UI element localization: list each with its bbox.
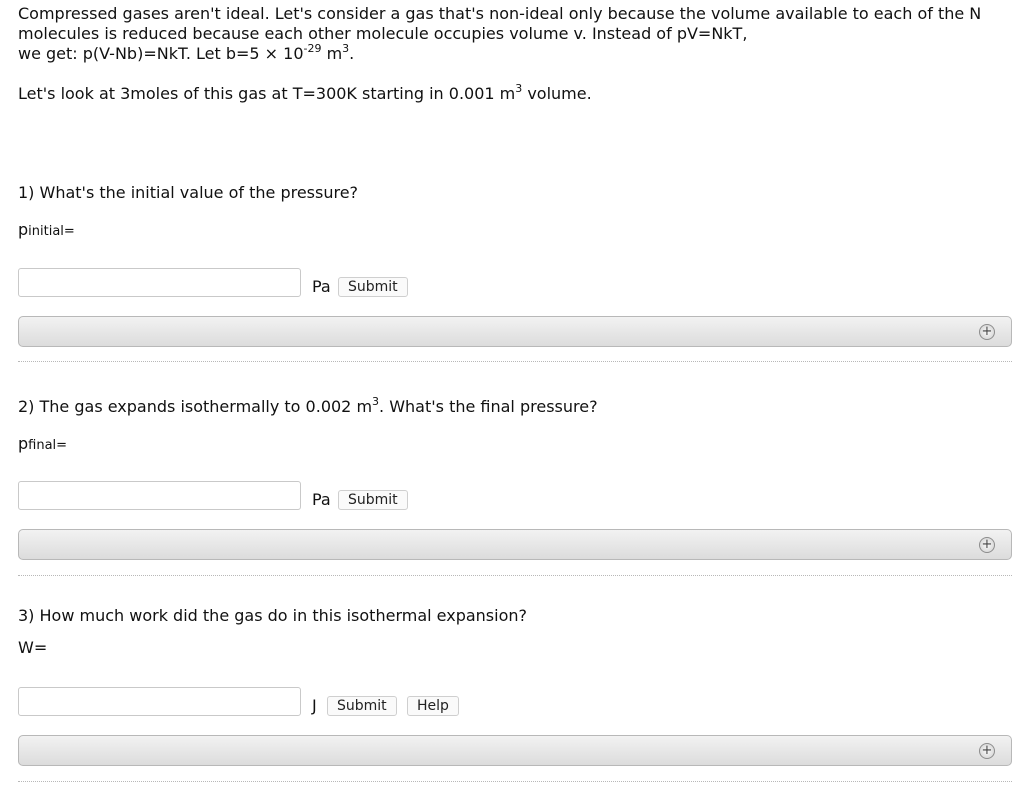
punctuation: . [349,44,355,63]
submit-button-3[interactable]: Submit [327,696,397,716]
divider-3 [18,781,1012,782]
var-label-p-final: pfinal= [18,434,67,453]
question-3: 3) How much work did the gas do in this … [18,606,527,625]
equals-sign: = [63,224,75,239]
problem-intro: Compressed gases aren't ideal. Let's con… [18,4,1008,104]
help-button[interactable]: Help [407,696,459,716]
var-subscript: initial [28,224,64,239]
var-subscript: final [28,438,57,453]
divider-1 [18,361,1012,362]
feedback-bar-2[interactable]: + [18,529,1012,560]
unit-label-3: J [312,696,317,715]
submit-button-2[interactable]: Submit [338,490,408,510]
var-symbol: p [18,220,29,239]
question-2: 2) The gas expands isothermally to 0.002… [18,394,598,416]
feedback-bar-1[interactable]: + [18,316,1012,347]
unit-label-2: Pa [312,490,331,509]
exponent: 3 [515,81,523,95]
question-1: 1) What's the initial value of the press… [18,183,359,202]
intro-paragraph-2: Let's look at 3moles of this gas at T=30… [18,81,1008,104]
unit-label-1: Pa [312,277,331,296]
plus-circle-icon[interactable]: + [979,537,995,553]
divider-2 [18,575,1012,576]
intro-text: Let's look at 3moles of this gas at T=30… [18,84,516,103]
question-text: . What's the final pressure? [379,397,598,416]
intro-line-2: we get: p(V-Nb)=NkT. Let b=5 × 10 [18,44,304,63]
plus-circle-icon[interactable]: + [979,743,995,759]
intro-paragraph-1: Compressed gases aren't ideal. Let's con… [18,4,1008,64]
answer-input-2[interactable] [18,481,301,510]
feedback-bar-3[interactable]: + [18,735,1012,766]
answer-input-1[interactable] [18,268,301,297]
exponent: 3 [342,41,350,55]
unit-text: m [321,44,343,63]
exponent: -29 [303,41,322,55]
equals-sign: = [56,438,68,453]
var-symbol: p [18,434,29,453]
intro-line-1: Compressed gases aren't ideal. Let's con… [18,4,982,43]
submit-button-1[interactable]: Submit [338,277,408,297]
question-text: 2) The gas expands isothermally to 0.002… [18,397,373,416]
exponent: 3 [372,394,380,408]
plus-circle-icon[interactable]: + [979,324,995,340]
answer-input-3[interactable] [18,687,301,716]
var-label-w: W= [18,638,48,657]
intro-text: volume. [522,84,592,103]
var-label-p-initial: pinitial= [18,220,75,239]
